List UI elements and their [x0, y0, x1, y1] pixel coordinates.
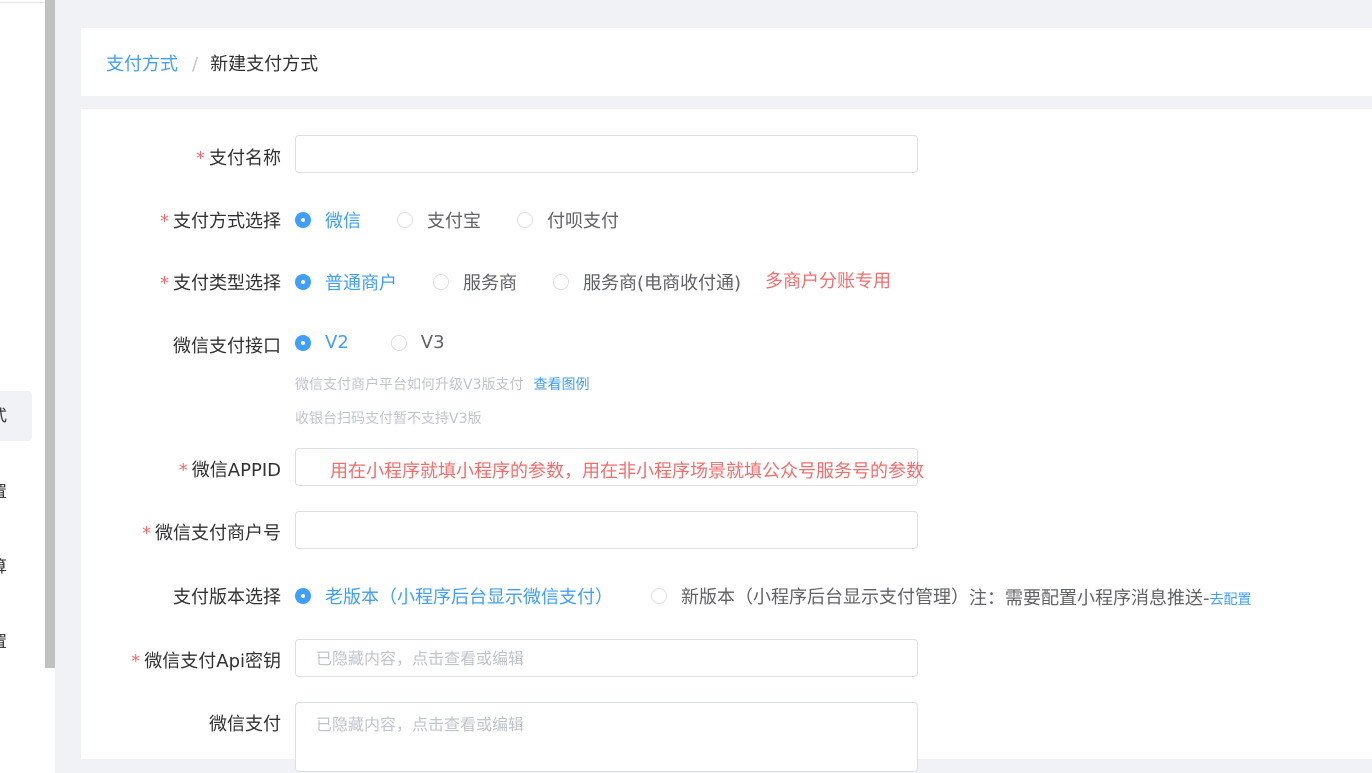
radio-v2[interactable]: V2 — [295, 332, 349, 353]
breadcrumb-card: 支付方式 / 新建支付方式 — [81, 28, 1372, 96]
breadcrumb-parent-link[interactable]: 支付方式 — [106, 54, 178, 75]
pay-name-input[interactable] — [295, 135, 918, 173]
pay-type-radio-group: 普通商户 服务商 服务商(电商收付通) 多商户分账专用 — [295, 269, 891, 296]
radio-old-version[interactable]: 老版本（小程序后台显示微信支付） — [295, 583, 613, 609]
api-key-input[interactable]: 已隐藏内容，点击查看或编辑 — [295, 639, 918, 677]
sidebar-item-calc[interactable]: 算 — [0, 553, 7, 577]
radio-alipay[interactable]: 支付宝 — [397, 207, 481, 233]
wx-appid-label: * 微信APPID — [178, 460, 281, 481]
radio-v3[interactable]: V3 — [390, 332, 445, 353]
pay-name-label: * 支付名称 — [196, 148, 281, 169]
go-config-link[interactable]: 去配置 — [1210, 592, 1252, 608]
pay-type-note: 多商户分账专用 — [765, 271, 892, 292]
wx-api-help-cashier: 收银台扫码支付暂不支持V3版 — [295, 411, 482, 427]
mch-id-label: * 微信支付商户号 — [142, 523, 281, 544]
pay-method-label: * 支付方式选择 — [160, 211, 281, 232]
form-card: * 支付名称 * 支付方式选择 微信 支付宝 付呗支付 * 支付类型选择 普通商户 服务商 服… — [81, 109, 1372, 772]
sidebar-item-pay-method[interactable]: 式 — [0, 402, 7, 426]
sidebar-divider — [0, 2, 45, 3]
breadcrumb-current: 新建支付方式 — [210, 54, 319, 75]
pay-method-radio-group: 微信 支付宝 付呗支付 — [295, 207, 653, 233]
radio-wechat[interactable]: 微信 — [295, 207, 361, 233]
mch-id-input[interactable] — [295, 511, 918, 549]
wx-api-label: 微信支付接口 — [173, 336, 281, 357]
wx-api-radio-group: V2 V3 — [295, 332, 479, 356]
sidebar-item-settings-1[interactable]: 置 — [0, 478, 7, 502]
api-key-label: * 微信支付Api密钥 — [131, 651, 281, 672]
breadcrumb-separator: / — [192, 54, 199, 75]
sidebar-scrollbar-thumb[interactable] — [45, 0, 55, 668]
radio-service-provider-ecommerce[interactable]: 服务商(电商收付通) — [553, 269, 741, 295]
cert-textarea[interactable]: 已隐藏内容，点击查看或编辑 — [295, 702, 918, 772]
radio-normal-merchant[interactable]: 普通商户 — [295, 269, 397, 295]
radio-service-provider[interactable]: 服务商 — [433, 269, 517, 295]
sidebar: 式 置 算 置 — [0, 0, 45, 773]
pay-type-label: * 支付类型选择 — [160, 273, 281, 294]
sidebar-item-settings-2[interactable]: 置 — [0, 628, 7, 652]
cert-label: 微信支付 — [209, 714, 281, 735]
version-label: 支付版本选择 — [173, 587, 281, 608]
view-example-link[interactable]: 查看图例 — [533, 377, 589, 393]
version-note: 注：需要配置小程序消息推送- — [969, 588, 1210, 609]
radio-fubei[interactable]: 付呗支付 — [517, 207, 619, 233]
radio-new-version[interactable]: 新版本（小程序后台显示支付管理） — [651, 583, 969, 609]
breadcrumb: 支付方式 / 新建支付方式 — [106, 50, 318, 76]
version-radio-group: 老版本（小程序后台显示微信支付） 新版本（小程序后台显示支付管理） 注：需要配置小程… — [295, 583, 1252, 610]
wx-appid-overlay-note: 用在小程序就填小程序的参数，用在非小程序场景就填公众号服务号的参数 — [330, 461, 924, 482]
wx-api-help-upgrade: 微信支付商户平台如何升级V3版支付 查看图例 — [295, 377, 590, 393]
